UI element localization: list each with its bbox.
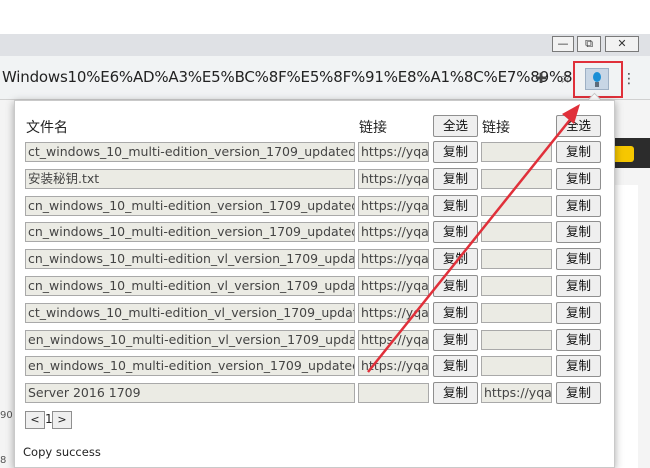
filename-field[interactable]: cn_windows_10_multi-edition_vl_version_1… — [25, 276, 355, 296]
next-page-button[interactable]: > — [52, 411, 72, 429]
status-message: Copy success — [23, 445, 101, 459]
filename-field[interactable]: cn_windows_10_multi-edition_version_1709… — [25, 222, 355, 242]
close-button[interactable]: ✕ — [605, 36, 639, 52]
copy-button-2[interactable]: 复制 — [556, 329, 601, 351]
restore-button[interactable]: ⧉ — [577, 36, 601, 52]
copy-button-2[interactable]: 复制 — [556, 355, 601, 377]
copy-button-2[interactable]: 复制 — [556, 221, 601, 243]
filename-field[interactable]: ct_windows_10_multi-edition_vl_version_1… — [25, 303, 355, 323]
link-header-2: 链接 — [482, 120, 510, 136]
copy-button-1[interactable]: 复制 — [433, 275, 478, 297]
filename-field[interactable]: Server 2016 1709 — [25, 383, 355, 403]
copy-button-2[interactable]: 复制 — [556, 141, 601, 163]
copy-button-2[interactable]: 复制 — [556, 168, 601, 190]
link-field-1[interactable]: https://yqall — [358, 169, 429, 189]
address-bar: Windows10%E6%AD%A3%E5%BC%8F%E5%8F%91%E8%… — [0, 56, 650, 100]
minimize-button[interactable]: — — [552, 36, 574, 52]
link-field-2[interactable] — [481, 276, 552, 296]
link-field-2[interactable] — [481, 196, 552, 216]
filename-field[interactable]: en_windows_10_multi-edition_version_1709… — [25, 356, 355, 376]
link-field-1[interactable]: https://yqall — [358, 356, 429, 376]
puzzle-icon[interactable]: ✚ — [532, 70, 550, 88]
link-field-2[interactable] — [481, 330, 552, 350]
copy-button-1[interactable]: 复制 — [433, 168, 478, 190]
link-header-1: 链接 — [359, 120, 387, 136]
copy-button-1[interactable]: 复制 — [433, 221, 478, 243]
browser-tab-strip — [0, 0, 650, 34]
link-field-1[interactable]: https://yqall — [358, 249, 429, 269]
copy-button-2[interactable]: 复制 — [556, 275, 601, 297]
star-icon[interactable]: ☆ — [556, 70, 574, 88]
link-field-2[interactable] — [481, 303, 552, 323]
link-field-1[interactable]: https://yqall — [358, 330, 429, 350]
copy-button-1[interactable]: 复制 — [433, 355, 478, 377]
copy-button-1[interactable]: 复制 — [433, 302, 478, 324]
background-text: 90 — [0, 410, 13, 421]
filename-field[interactable]: en_windows_10_multi-edition_vl_version_1… — [25, 330, 355, 350]
filename-field[interactable]: cn_windows_10_multi-edition_vl_version_1… — [25, 249, 355, 269]
background-text: 8 — [0, 455, 7, 466]
select-all-button-2[interactable]: 全选 — [556, 115, 601, 137]
filename-field[interactable]: ct_windows_10_multi-edition_version_1709… — [25, 142, 355, 162]
link-field-1[interactable]: https://yqall — [358, 276, 429, 296]
copy-button-1[interactable]: 复制 — [433, 248, 478, 270]
window-title-bar: — ⧉ ✕ — [0, 34, 650, 56]
highlight-box — [573, 61, 623, 98]
copy-button-1[interactable]: 复制 — [433, 195, 478, 217]
url-text[interactable]: Windows10%E6%AD%A3%E5%BC%8F%E5%8F%91%E8%… — [2, 68, 573, 86]
link-field-2[interactable] — [481, 142, 552, 162]
copy-button-1[interactable]: 复制 — [433, 329, 478, 351]
copy-button-1[interactable]: 复制 — [433, 382, 478, 404]
filename-header: 文件名 — [26, 120, 68, 136]
select-all-button-1[interactable]: 全选 — [433, 115, 478, 137]
copy-button-2[interactable]: 复制 — [556, 248, 601, 270]
link-field-2[interactable] — [481, 222, 552, 242]
copy-button-1[interactable]: 复制 — [433, 141, 478, 163]
link-field-2[interactable] — [481, 249, 552, 269]
link-field-1[interactable] — [358, 383, 429, 403]
filename-field[interactable]: cn_windows_10_multi-edition_version_1709… — [25, 196, 355, 216]
filename-field[interactable]: 安装秘钥.txt — [25, 169, 355, 189]
link-field-2[interactable]: https://yqall — [481, 383, 552, 403]
link-field-2[interactable] — [481, 356, 552, 376]
link-field-1[interactable]: https://yqall — [358, 196, 429, 216]
copy-button-2[interactable]: 复制 — [556, 302, 601, 324]
link-field-1[interactable]: https://yqall — [358, 222, 429, 242]
link-field-1[interactable]: https://yqall — [358, 303, 429, 323]
copy-button-2[interactable]: 复制 — [556, 382, 601, 404]
link-field-1[interactable]: https://yqall — [358, 142, 429, 162]
link-field-2[interactable] — [481, 169, 552, 189]
copy-button-2[interactable]: 复制 — [556, 195, 601, 217]
prev-page-button[interactable]: < — [25, 411, 45, 429]
